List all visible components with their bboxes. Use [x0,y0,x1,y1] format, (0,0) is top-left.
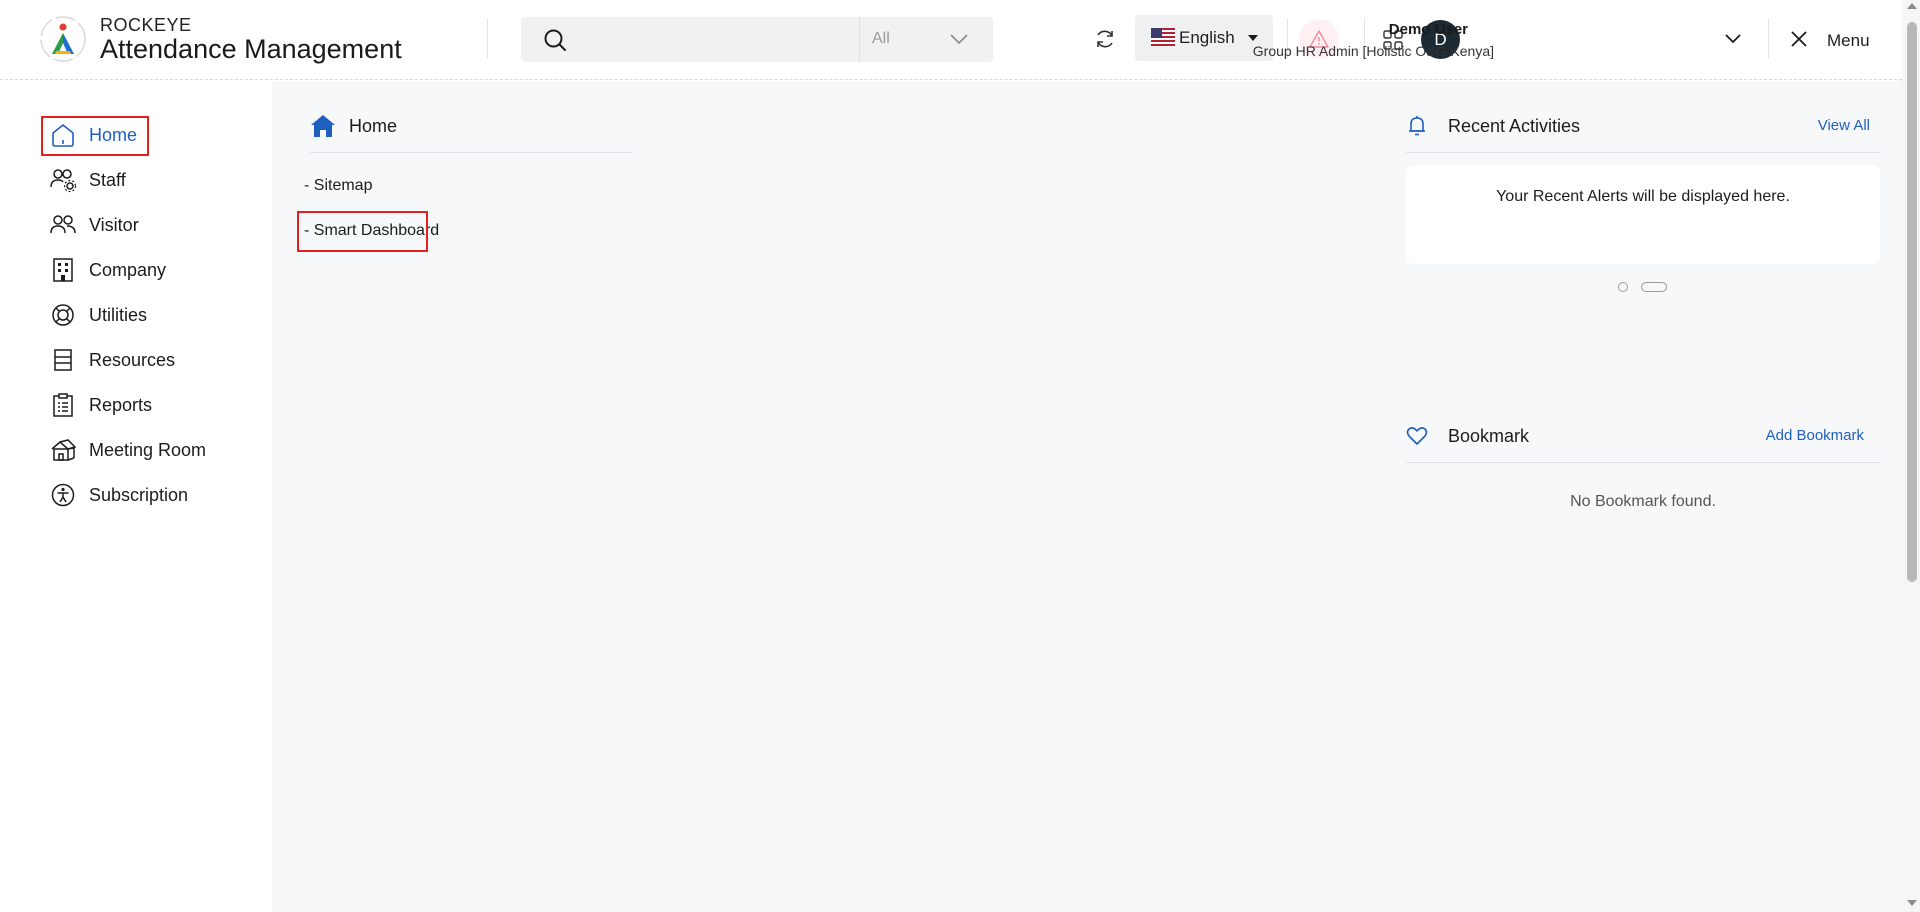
sidebar-item-visitor[interactable]: Visitor [50,208,139,242]
visitor-icon [50,215,76,234]
chevron-down-icon [950,34,968,45]
refresh-icon[interactable] [1094,28,1116,50]
sidebar-item-company[interactable]: Company [50,253,166,287]
menu-label: Menu [1827,31,1870,50]
user-role: Group HR Admin [Holistic O&G Kenya] [1252,43,1494,59]
reports-icon [53,393,73,417]
utilities-icon [52,304,74,326]
company-icon [53,258,73,282]
home-icon [311,115,335,137]
highlight-box [41,116,149,156]
home-section-header: Home [310,111,633,153]
us-flag-icon [1151,28,1175,46]
chevron-down-icon[interactable] [1723,32,1743,46]
resources-icon [54,349,72,371]
scroll-down-arrow[interactable] [1907,900,1917,906]
scroll-up-arrow[interactable] [1907,3,1917,9]
search-scope-select[interactable]: All [859,17,993,62]
heart-icon [1406,427,1428,445]
page-scrollbar[interactable] [1902,0,1920,912]
sidebar-item-label: Company [89,259,167,280]
sidebar-item-reports[interactable]: Reports [50,388,152,422]
page-title: Home [349,116,398,136]
brand-name: ROCKEYE [100,15,192,35]
sidebar-item-label: Meeting Room [89,439,207,460]
highlight-box [297,211,428,252]
sidebar-item-staff[interactable]: Staff [50,163,126,197]
sidebar-item-label: Utilities [89,304,148,325]
recent-alerts-empty-text: Your Recent Alerts will be displayed her… [1496,188,1790,205]
add-bookmark-link[interactable]: Add Bookmark [1766,427,1864,444]
sidebar-item-label: Visitor [89,214,139,235]
bookmark-title: Bookmark [1448,426,1530,446]
recent-activities-title: Recent Activities [1448,116,1581,136]
subscription-icon [51,483,75,507]
scrollbar-thumb[interactable] [1907,22,1917,582]
search-scope-value: All [872,30,890,47]
sidebar-item-label: Subscription [89,484,189,505]
search-input[interactable] [581,25,851,54]
divider [487,18,488,58]
user-name[interactable]: Demo User [1389,21,1468,38]
carousel-dot[interactable] [1618,282,1628,292]
staff-icon [50,169,76,193]
sidebar-item-label: Resources [89,349,176,370]
app-logo[interactable] [38,14,88,64]
main-content: Home - Sitemap - Smart Dashboard Recent … [272,81,1902,912]
caret-down-icon [1248,35,1258,41]
menu-button[interactable]: Menu [1790,27,1880,57]
meeting-room-icon [51,439,76,461]
sitemap-link[interactable]: - Sitemap [304,177,372,195]
bell-icon [1409,116,1425,136]
sidebar: Home Staff Visitor Company Utilities Res… [0,81,272,912]
bookmark-header: Bookmark Add Bookmark [1406,421,1880,463]
divider [1768,18,1769,58]
sidebar-item-resources[interactable]: Resources [50,343,175,377]
top-header: ROCKEYE Attendance Management All Englis… [0,0,1902,80]
sidebar-item-label: Staff [89,169,126,190]
close-icon [1791,31,1807,47]
sidebar-item-subscription[interactable]: Subscription [50,478,188,512]
sidebar-item-meeting-room[interactable]: Meeting Room [50,433,206,467]
sidebar-item-label: Reports [89,394,153,415]
language-label: English [1179,28,1235,47]
global-search: All [521,17,993,62]
recent-activities-header: Recent Activities View All [1406,111,1880,153]
sidebar-item-utilities[interactable]: Utilities [50,298,147,332]
recent-alerts-card: Your Recent Alerts will be displayed her… [1406,165,1880,264]
carousel-dot-active[interactable] [1641,282,1667,292]
view-all-link[interactable]: View All [1818,117,1870,134]
bookmark-empty-text: No Bookmark found. [1570,493,1716,510]
search-icon[interactable] [543,28,567,52]
app-title: Attendance Management [100,34,402,64]
